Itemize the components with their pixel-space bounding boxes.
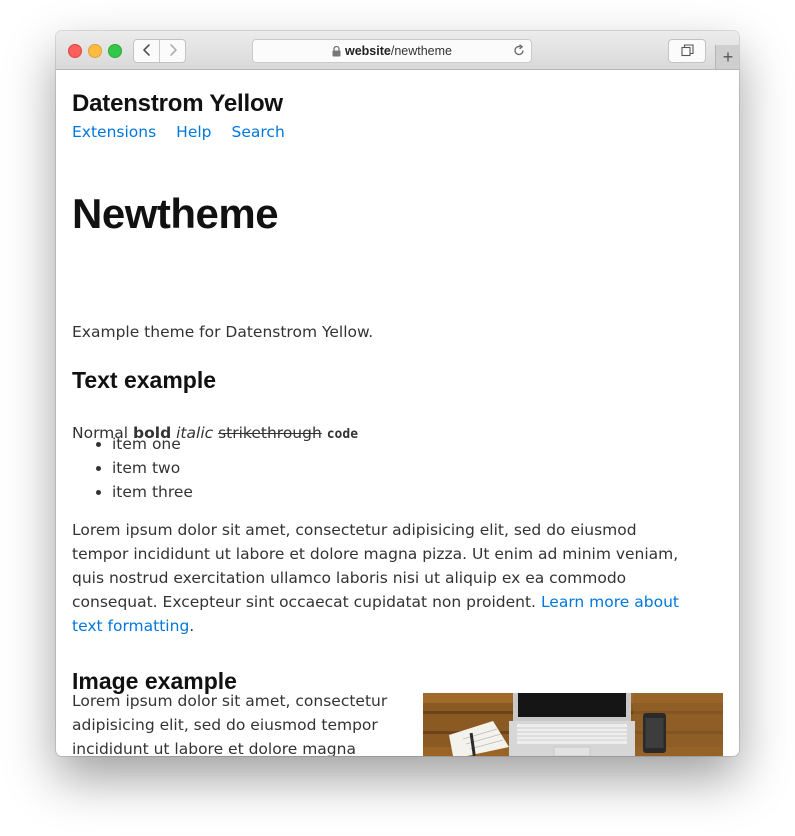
- browser-window: website/newtheme + Datenstrom Yellow Ext…: [56, 31, 739, 756]
- lorem-paragraph: Lorem ipsum dolor sit amet, consectetur …: [72, 518, 692, 638]
- history-buttons: [133, 39, 186, 63]
- maximize-window-button[interactable]: [108, 44, 122, 58]
- forward-button[interactable]: [159, 40, 185, 62]
- minimize-window-button[interactable]: [88, 44, 102, 58]
- back-button[interactable]: [134, 40, 159, 62]
- page-title: Newtheme: [72, 190, 279, 237]
- intro-text: Example theme for Datenstrom Yellow.: [72, 323, 374, 341]
- code-text: code: [326, 427, 359, 442]
- new-tab-button[interactable]: +: [715, 45, 739, 69]
- desk-photo: [423, 693, 723, 756]
- nav-link-search[interactable]: Search: [232, 123, 285, 141]
- nav-link-help[interactable]: Help: [176, 123, 211, 141]
- lorem-end: .: [189, 617, 195, 635]
- page-content: Datenstrom Yellow Extensions Help Search…: [56, 70, 739, 756]
- address-host: website: [344, 44, 391, 58]
- chevron-right-icon: [168, 42, 178, 61]
- image-example-text: Lorem ipsum dolor sit amet, consectetur …: [72, 692, 388, 756]
- lock-icon: [332, 45, 341, 57]
- tab-overview-button[interactable]: [668, 39, 706, 63]
- list-item: item two: [112, 456, 193, 480]
- list-item: item three: [112, 480, 193, 504]
- close-window-button[interactable]: [68, 44, 82, 58]
- chevron-left-icon: [142, 42, 152, 61]
- example-list: item one item two item three: [72, 432, 193, 504]
- site-navigation: Extensions Help Search: [72, 123, 305, 141]
- address-bar[interactable]: website/newtheme: [252, 39, 532, 63]
- list-item: item one: [112, 432, 193, 456]
- site-title[interactable]: Datenstrom Yellow: [72, 90, 283, 118]
- tab-overview-icon: [680, 42, 694, 61]
- text-example-heading: Text example: [72, 367, 217, 393]
- nav-link-extensions[interactable]: Extensions: [72, 123, 156, 141]
- browser-toolbar: website/newtheme +: [56, 31, 739, 70]
- address-path: /newtheme: [390, 44, 452, 58]
- strikethrough-text: strikethrough: [218, 424, 322, 442]
- reload-icon[interactable]: [513, 44, 525, 60]
